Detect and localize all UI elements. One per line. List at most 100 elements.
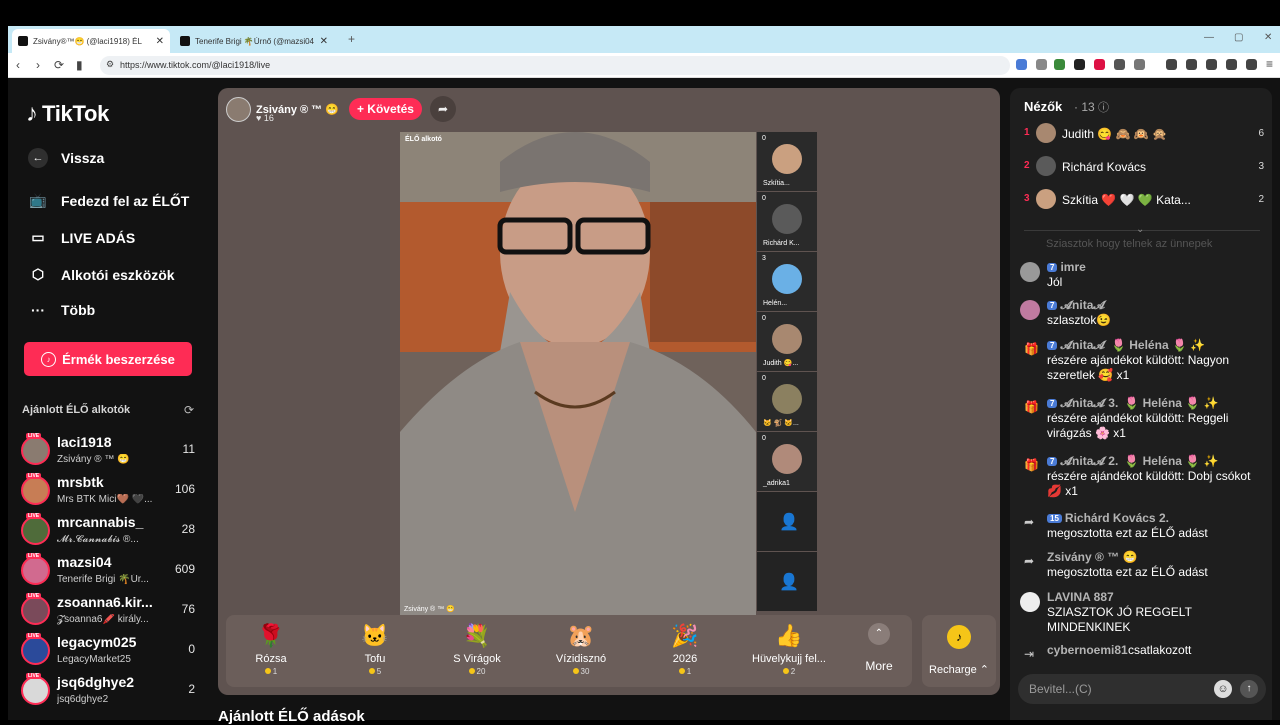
refresh-icon[interactable]: ⟳ [184,403,194,417]
live-video[interactable]: ÉLŐ alkotó Zsivány ® ™ 😁 [400,132,756,616]
gift-item[interactable]: 🐱 Tofu 5 [330,621,420,676]
creator-avatar[interactable] [21,436,50,465]
guest-tile[interactable]: 0 _adrika1 [757,432,817,491]
creator-subtitle: Tenerife Brigi 🌴Úr... [57,574,149,585]
chat-message-text: csatlakozott [1128,643,1192,657]
guest-tile[interactable]: 3 Helén... [757,252,817,311]
new-tab-icon[interactable]: + [348,32,355,46]
guest-tile[interactable]: 0 Richárd K... [757,192,817,251]
back-button[interactable]: ← Vissza [28,148,104,168]
gift-item[interactable]: 🎉 2026 1 [640,621,730,676]
bookmark-icon[interactable]: ▮ [76,58,83,72]
ai-icon[interactable] [1226,59,1237,70]
translate-extension-icon[interactable] [1016,59,1027,70]
recharge-button[interactable]: ♪ Recharge ⌃ [922,615,996,687]
chat-avatar[interactable] [1020,300,1040,320]
recommended-creator[interactable]: LIVE mazsi04 Tenerife Brigi 🌴Úr... 609 [21,553,207,593]
guest-avatar [772,144,802,174]
back-arrow-icon[interactable]: ‹ [16,58,20,72]
sidebar-icon[interactable] [1186,59,1197,70]
url-field[interactable]: ⚙ https://www.tiktok.com/@laci1918/live [100,56,1010,75]
extension-icon[interactable] [1114,59,1125,70]
host-avatar[interactable] [226,96,251,122]
recommended-creator[interactable]: LIVE laci1918 Zsivány ® ™ 😁 11 [21,433,207,473]
vpn-icon[interactable] [1246,59,1257,70]
empty-guest-slot[interactable]: 👤 [757,552,817,611]
minimize-icon[interactable]: — [1204,32,1214,43]
guest-tile[interactable]: 0 Szkítia... [757,132,817,191]
creator-avatar[interactable] [21,596,50,625]
recommended-creator[interactable]: LIVE jsq6dghye2 jsq6dghye2 2 [21,673,207,713]
maximize-icon[interactable]: ▢ [1234,32,1243,43]
media-icon[interactable] [1166,59,1177,70]
chat-username[interactable]: Richárd Kovács 2. [1065,511,1169,525]
extension-icon[interactable] [1074,59,1085,70]
chat-avatar[interactable] [1020,262,1040,282]
chat-input[interactable]: Bevitel...(C) ☺ ↑ [1018,674,1266,704]
site-settings-icon[interactable]: ⚙ [106,59,114,70]
creator-avatar[interactable] [21,676,50,705]
live-badge: LIVE [26,593,42,599]
gift-name: Tofu [364,653,386,665]
chat-username[interactable]: Zsivány ® ™ 😁 [1047,550,1137,564]
guest-tile[interactable]: 0 Judith 😋... [757,312,817,371]
creator-avatar[interactable] [21,516,50,545]
reload-icon[interactable]: ⟳ [54,58,64,72]
close-tab-icon[interactable]: ✕ [320,36,328,47]
coin-icon [264,668,271,674]
nav-live-broadcast[interactable]: ▭ LIVE ADÁS [28,229,135,246]
extension-icon[interactable] [1094,59,1105,70]
browser-tab[interactable]: Tenerife Brigi 🌴Úrnő (@mazsi04) É... ✕ [174,29,334,53]
creator-avatar[interactable] [21,556,50,585]
follow-button[interactable]: + Követés [348,98,422,120]
chat-panel: Nézők · 13 ⓘ 1 Judith 😋 🙈 🙉 🙊 6 2 Richárd Ko… [1010,88,1272,720]
close-window-icon[interactable]: ✕ [1264,32,1272,43]
chat-username[interactable]: 𝓐nita𝓐 2. [1060,454,1118,468]
browser-tab-active[interactable]: Zsivány®™😁 (@laci1918) ÉL ✕ [12,29,170,53]
share-icon[interactable]: ➦ [429,96,456,122]
wallet-icon[interactable] [1206,59,1217,70]
gift-item[interactable]: 👍 Hüvelykujj fel... 2 [744,621,834,676]
nav-explore-live[interactable]: 📺 Fedezd fel az ÉLŐT [28,192,189,209]
gift-item[interactable]: 🌹 Rózsa 1 [226,621,316,676]
extension-icon[interactable] [1036,59,1047,70]
top-viewer-row[interactable]: 1 Judith 😋 🙈 🙉 🙊 6 [1024,122,1264,146]
chat-username[interactable]: cybernoemi81 [1047,643,1128,657]
more-gifts-button[interactable]: ⌃ More [851,623,907,673]
chat-username[interactable]: 𝓐nita𝓐 [1060,338,1105,352]
chat-username[interactable]: LAVINA 887 [1047,590,1114,604]
chevron-down-icon[interactable]: ⌄ [1136,224,1144,235]
recommended-creator[interactable]: LIVE legacym025 LegacyMarket25 0 [21,633,207,673]
chat-username[interactable]: 𝓐nita𝓐 [1060,298,1105,312]
emoji-icon[interactable]: ☺ [1214,680,1232,698]
creator-viewer-count: 28 [181,522,195,536]
creator-avatar[interactable] [21,636,50,665]
gift-item[interactable]: 💐 S Virágok 20 [432,621,522,676]
forward-arrow-icon[interactable]: › [36,58,40,72]
guest-tile[interactable]: 0 🐱 🐒 🐱... [757,372,817,431]
recommended-creator[interactable]: LIVE zsoanna6.kir... 𝓩soanna6🖍️ király... 7… [21,593,207,633]
gift-price-value: 20 [476,667,486,676]
creator-avatar[interactable] [21,476,50,505]
creator-name: mazsi04 [57,554,112,570]
nav-more[interactable]: ··· Több [28,302,95,318]
get-coins-button[interactable]: ♪ Érmék beszerzése [24,342,192,376]
recommended-creator[interactable]: LIVE mrsbtk Mrs BTK Mici🤎 🖤... 106 [21,473,207,513]
gift-item[interactable]: 🐹 Vízidisznó 30 [536,621,626,676]
hls-extension-icon[interactable] [1054,59,1065,70]
send-icon[interactable]: ↑ [1240,680,1258,698]
menu-icon[interactable]: ≡ [1266,57,1273,71]
top-viewer-row[interactable]: 2 Richárd Kovács 3 [1024,155,1264,179]
join-icon: ⇥ [1024,647,1035,661]
puzzle-extensions-icon[interactable] [1134,59,1145,70]
close-tab-icon[interactable]: ✕ [156,36,164,47]
chat-avatar[interactable] [1020,592,1040,612]
nav-creator-tools[interactable]: ⬡ Alkotói eszközök [28,266,175,283]
help-icon[interactable]: ⓘ [1098,99,1109,115]
top-viewer-row[interactable]: 3 Szkítia ❤️ 🤍 💚 Kata... 2 [1024,188,1264,212]
empty-guest-slot[interactable]: 👤 [757,492,817,551]
tiktok-logo[interactable]: ♪ TikTok [26,100,109,128]
chat-username[interactable]: imre [1060,260,1085,274]
recommended-creator[interactable]: LIVE mrcannabis_ 𝓜𝓻.𝓒𝓪𝓷𝓷𝓪𝓫𝓲𝓼 ®... 28 [21,513,207,553]
chat-username[interactable]: 𝓐nita𝓐 3. [1060,396,1118,410]
